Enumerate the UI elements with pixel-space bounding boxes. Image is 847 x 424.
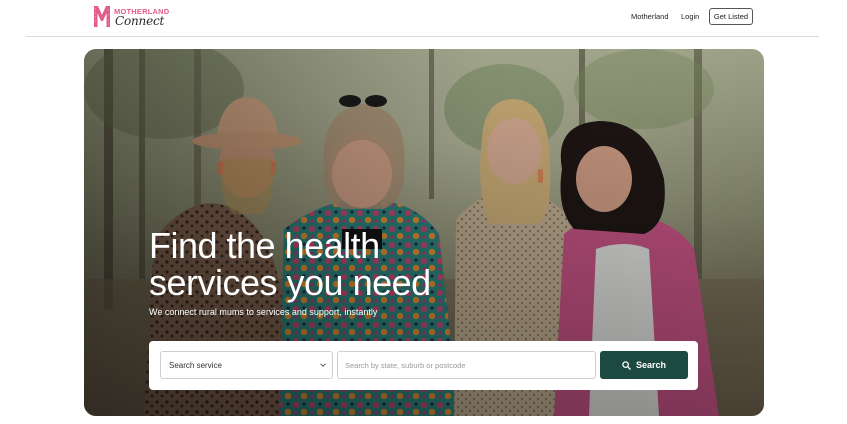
hero-headline-line1: Find the health xyxy=(149,225,380,266)
nav-motherland-link[interactable]: Motherland xyxy=(631,12,669,21)
brand-logo[interactable]: MOTHERLAND Connect xyxy=(93,4,169,30)
service-select[interactable]: Search service xyxy=(160,351,333,379)
search-button[interactable]: Search xyxy=(600,351,688,379)
header-divider xyxy=(26,36,819,37)
service-select-value: Search service xyxy=(169,361,222,370)
hero-headline: Find the health services you need xyxy=(149,227,479,301)
logo-wordmark-bottom: Connect xyxy=(115,14,165,28)
search-button-label: Search xyxy=(635,360,667,370)
chevron-down-icon xyxy=(320,363,326,367)
hero-banner: Find the health services you need We con… xyxy=(84,49,764,416)
location-search-input[interactable] xyxy=(337,351,596,379)
hero-headline-line2: services you need xyxy=(149,262,431,303)
search-panel: Search service Search xyxy=(149,341,698,390)
get-listed-button[interactable]: Get Listed xyxy=(709,8,753,25)
logo-m-icon xyxy=(94,6,110,27)
search-icon xyxy=(622,360,631,370)
hero-subhead: We connect rural mums to services and su… xyxy=(149,307,378,317)
nav-login-link[interactable]: Login xyxy=(681,12,699,21)
site-header: MOTHERLAND Connect Motherland Login Get … xyxy=(0,0,847,37)
